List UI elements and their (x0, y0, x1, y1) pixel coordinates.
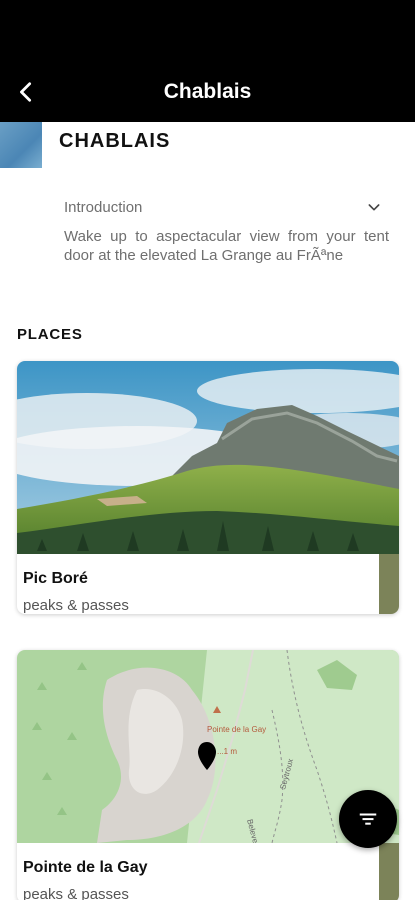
region-thumbnail (0, 122, 42, 168)
filter-icon (359, 813, 377, 825)
place-card-pic-bore[interactable]: Pic Boré peaks & passes (17, 361, 399, 614)
app-bar: Chablais (0, 62, 415, 122)
place-photo (17, 361, 399, 554)
card-accent-strip (379, 554, 399, 614)
status-bar (0, 0, 415, 62)
card-accent-strip (379, 843, 399, 900)
introduction-toggle[interactable]: Introduction (64, 196, 382, 218)
place-category: peaks & passes (23, 886, 129, 900)
place-card-pointe-de-la-gay[interactable]: Pointe de la Gay ...1 m Beleveaux Seytro… (17, 650, 399, 900)
region-title: CHABLAIS (59, 130, 171, 152)
scroll-content[interactable]: CHABLAIS Introduction Wake up to aspecta… (0, 122, 415, 900)
filter-button[interactable] (339, 790, 397, 848)
introduction-text: Wake up to aspectacular view from your t… (64, 228, 389, 264)
page-title: Chablais (163, 80, 252, 103)
chevron-down-icon (368, 204, 380, 211)
map-poi-elevation: ...1 m (217, 747, 237, 756)
place-name: Pointe de la Gay (23, 859, 148, 876)
place-category: peaks & passes (23, 597, 129, 614)
introduction-label: Introduction (64, 198, 143, 216)
map-poi-name: Pointe de la Gay (207, 725, 266, 734)
place-name: Pic Boré (23, 570, 88, 587)
places-heading: PLACES (17, 326, 83, 343)
